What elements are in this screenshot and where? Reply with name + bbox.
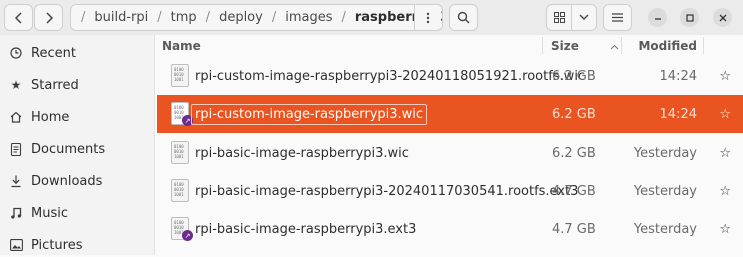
main-menu-button[interactable] xyxy=(603,4,632,31)
file-row[interactable]: 0100 0010 1001 rpi-basic-image-raspberry… xyxy=(157,134,743,172)
file-name: rpi-basic-image-raspberrypi3.ext3 xyxy=(195,221,417,237)
file-modified: Yesterday xyxy=(633,183,697,199)
sidebar-item-label: Pictures xyxy=(31,237,83,253)
star-toggle-icon[interactable]: ☆ xyxy=(719,210,731,248)
sort-ascending-icon xyxy=(610,39,619,53)
path-separator: / xyxy=(271,10,277,25)
home-icon xyxy=(9,110,23,124)
search-icon xyxy=(457,11,470,24)
hamburger-icon xyxy=(612,13,623,22)
view-toggle-group xyxy=(546,4,597,31)
file-name: rpi-custom-image-raspberrypi3.wic xyxy=(191,103,428,125)
close-button[interactable] xyxy=(713,8,732,27)
path-separator: / xyxy=(157,10,162,25)
sidebar-item-label: Recent xyxy=(31,45,76,61)
chevron-right-icon xyxy=(45,11,53,24)
file-size: 6.2 GB xyxy=(552,68,596,84)
path-crumb-images[interactable]: images xyxy=(285,10,332,25)
path-separator: / xyxy=(81,10,86,25)
binary-file-icon: 0100 0010 1001 xyxy=(171,64,189,87)
picture-icon xyxy=(9,238,23,252)
file-modified: Yesterday xyxy=(633,145,697,161)
file-row[interactable]: 0100 0010 1001 ↗ rpi-basic-image-raspber… xyxy=(157,210,743,248)
grid-view-button[interactable] xyxy=(547,5,572,30)
star-toggle-icon[interactable]: ☆ xyxy=(719,95,731,133)
grid-icon xyxy=(553,12,565,23)
close-icon xyxy=(719,14,726,21)
file-row[interactable]: 0100 0010 1001 rpi-basic-image-raspberry… xyxy=(157,172,743,210)
music-note-icon xyxy=(9,206,23,220)
path-bar: / build-rpi / tmp / deploy / images / ra… xyxy=(70,4,443,31)
view-dropdown-button[interactable] xyxy=(572,5,596,30)
sidebar-item-downloads[interactable]: Downloads xyxy=(0,169,155,193)
file-modified: 14:24 xyxy=(659,68,697,84)
file-size: 6.2 GB xyxy=(552,106,596,122)
file-modified: Yesterday xyxy=(633,221,697,237)
column-divider xyxy=(542,37,543,54)
binary-file-icon: 0100 0010 1001 xyxy=(171,179,189,202)
file-row[interactable]: 0100 0010 1001 rpi-custom-image-raspberr… xyxy=(157,57,743,95)
maximize-icon xyxy=(685,13,694,22)
path-crumb-deploy[interactable]: deploy xyxy=(219,10,263,25)
path-separator: / xyxy=(341,10,346,25)
minimize-button[interactable] xyxy=(648,8,667,27)
star-toggle-icon[interactable]: ☆ xyxy=(719,172,731,210)
chevron-down-icon xyxy=(579,14,589,20)
column-divider xyxy=(703,37,704,54)
star-icon: ★ xyxy=(10,78,22,92)
sidebar-item-label: Home xyxy=(31,109,70,125)
document-icon xyxy=(9,142,23,156)
back-button[interactable] xyxy=(4,4,33,31)
path-menu-button[interactable] xyxy=(414,5,441,30)
sidebar-item-label: Downloads xyxy=(31,173,103,189)
search-button[interactable] xyxy=(449,4,478,31)
sidebar-item-music[interactable]: Music xyxy=(0,201,155,225)
header-bar: / build-rpi / tmp / deploy / images / ra… xyxy=(0,0,743,35)
sidebar-item-label: Starred xyxy=(31,77,79,93)
column-header-size-label: Size xyxy=(551,38,579,53)
file-size: 6.2 GB xyxy=(552,145,596,161)
sidebar-item-pictures[interactable]: Pictures xyxy=(0,233,155,257)
download-icon xyxy=(9,174,23,188)
minimize-icon xyxy=(654,17,661,20)
path-crumb-build-rpi[interactable]: build-rpi xyxy=(94,10,148,25)
column-header-modified[interactable]: Modified xyxy=(622,35,697,56)
binary-file-icon: 0100 0010 1001 xyxy=(171,141,189,164)
vertical-dots-icon xyxy=(426,12,430,23)
star-toggle-icon[interactable]: ☆ xyxy=(719,134,731,172)
file-row-selected[interactable]: 0100 0010 1001 ↗ rpi-custom-image-raspbe… xyxy=(157,95,743,133)
sidebar-item-label: Music xyxy=(31,205,68,221)
file-size: 4.7 GB xyxy=(552,221,596,237)
symlink-arrow-icon: ↗ xyxy=(182,230,193,241)
clock-icon xyxy=(9,46,23,60)
path-separator: / xyxy=(205,10,211,25)
sidebar-item-documents[interactable]: Documents xyxy=(0,137,155,161)
sidebar-item-home[interactable]: Home xyxy=(0,105,155,129)
file-name: rpi-basic-image-raspberrypi3-20240117030… xyxy=(195,183,579,199)
path-crumb-tmp[interactable]: tmp xyxy=(171,10,197,25)
file-name: rpi-custom-image-raspberrypi3-2024011805… xyxy=(195,68,586,84)
maximize-button[interactable] xyxy=(680,8,699,27)
sidebar-item-starred[interactable]: ★ Starred xyxy=(0,73,155,97)
file-modified: 14:24 xyxy=(659,106,697,122)
sidebar-item-label: Documents xyxy=(31,141,106,157)
file-name: rpi-basic-image-raspberrypi3.wic xyxy=(195,145,409,161)
sidebar: Recent ★ Starred Home Documents Download… xyxy=(0,35,155,255)
column-header-name[interactable]: Name xyxy=(162,35,542,56)
sidebar-item-recent[interactable]: Recent xyxy=(0,41,155,65)
forward-button[interactable] xyxy=(34,4,63,31)
chevron-left-icon xyxy=(14,11,22,24)
star-toggle-icon[interactable]: ☆ xyxy=(719,57,731,95)
file-size: 4.7 GB xyxy=(552,183,596,199)
column-header-size[interactable]: Size xyxy=(551,35,621,56)
